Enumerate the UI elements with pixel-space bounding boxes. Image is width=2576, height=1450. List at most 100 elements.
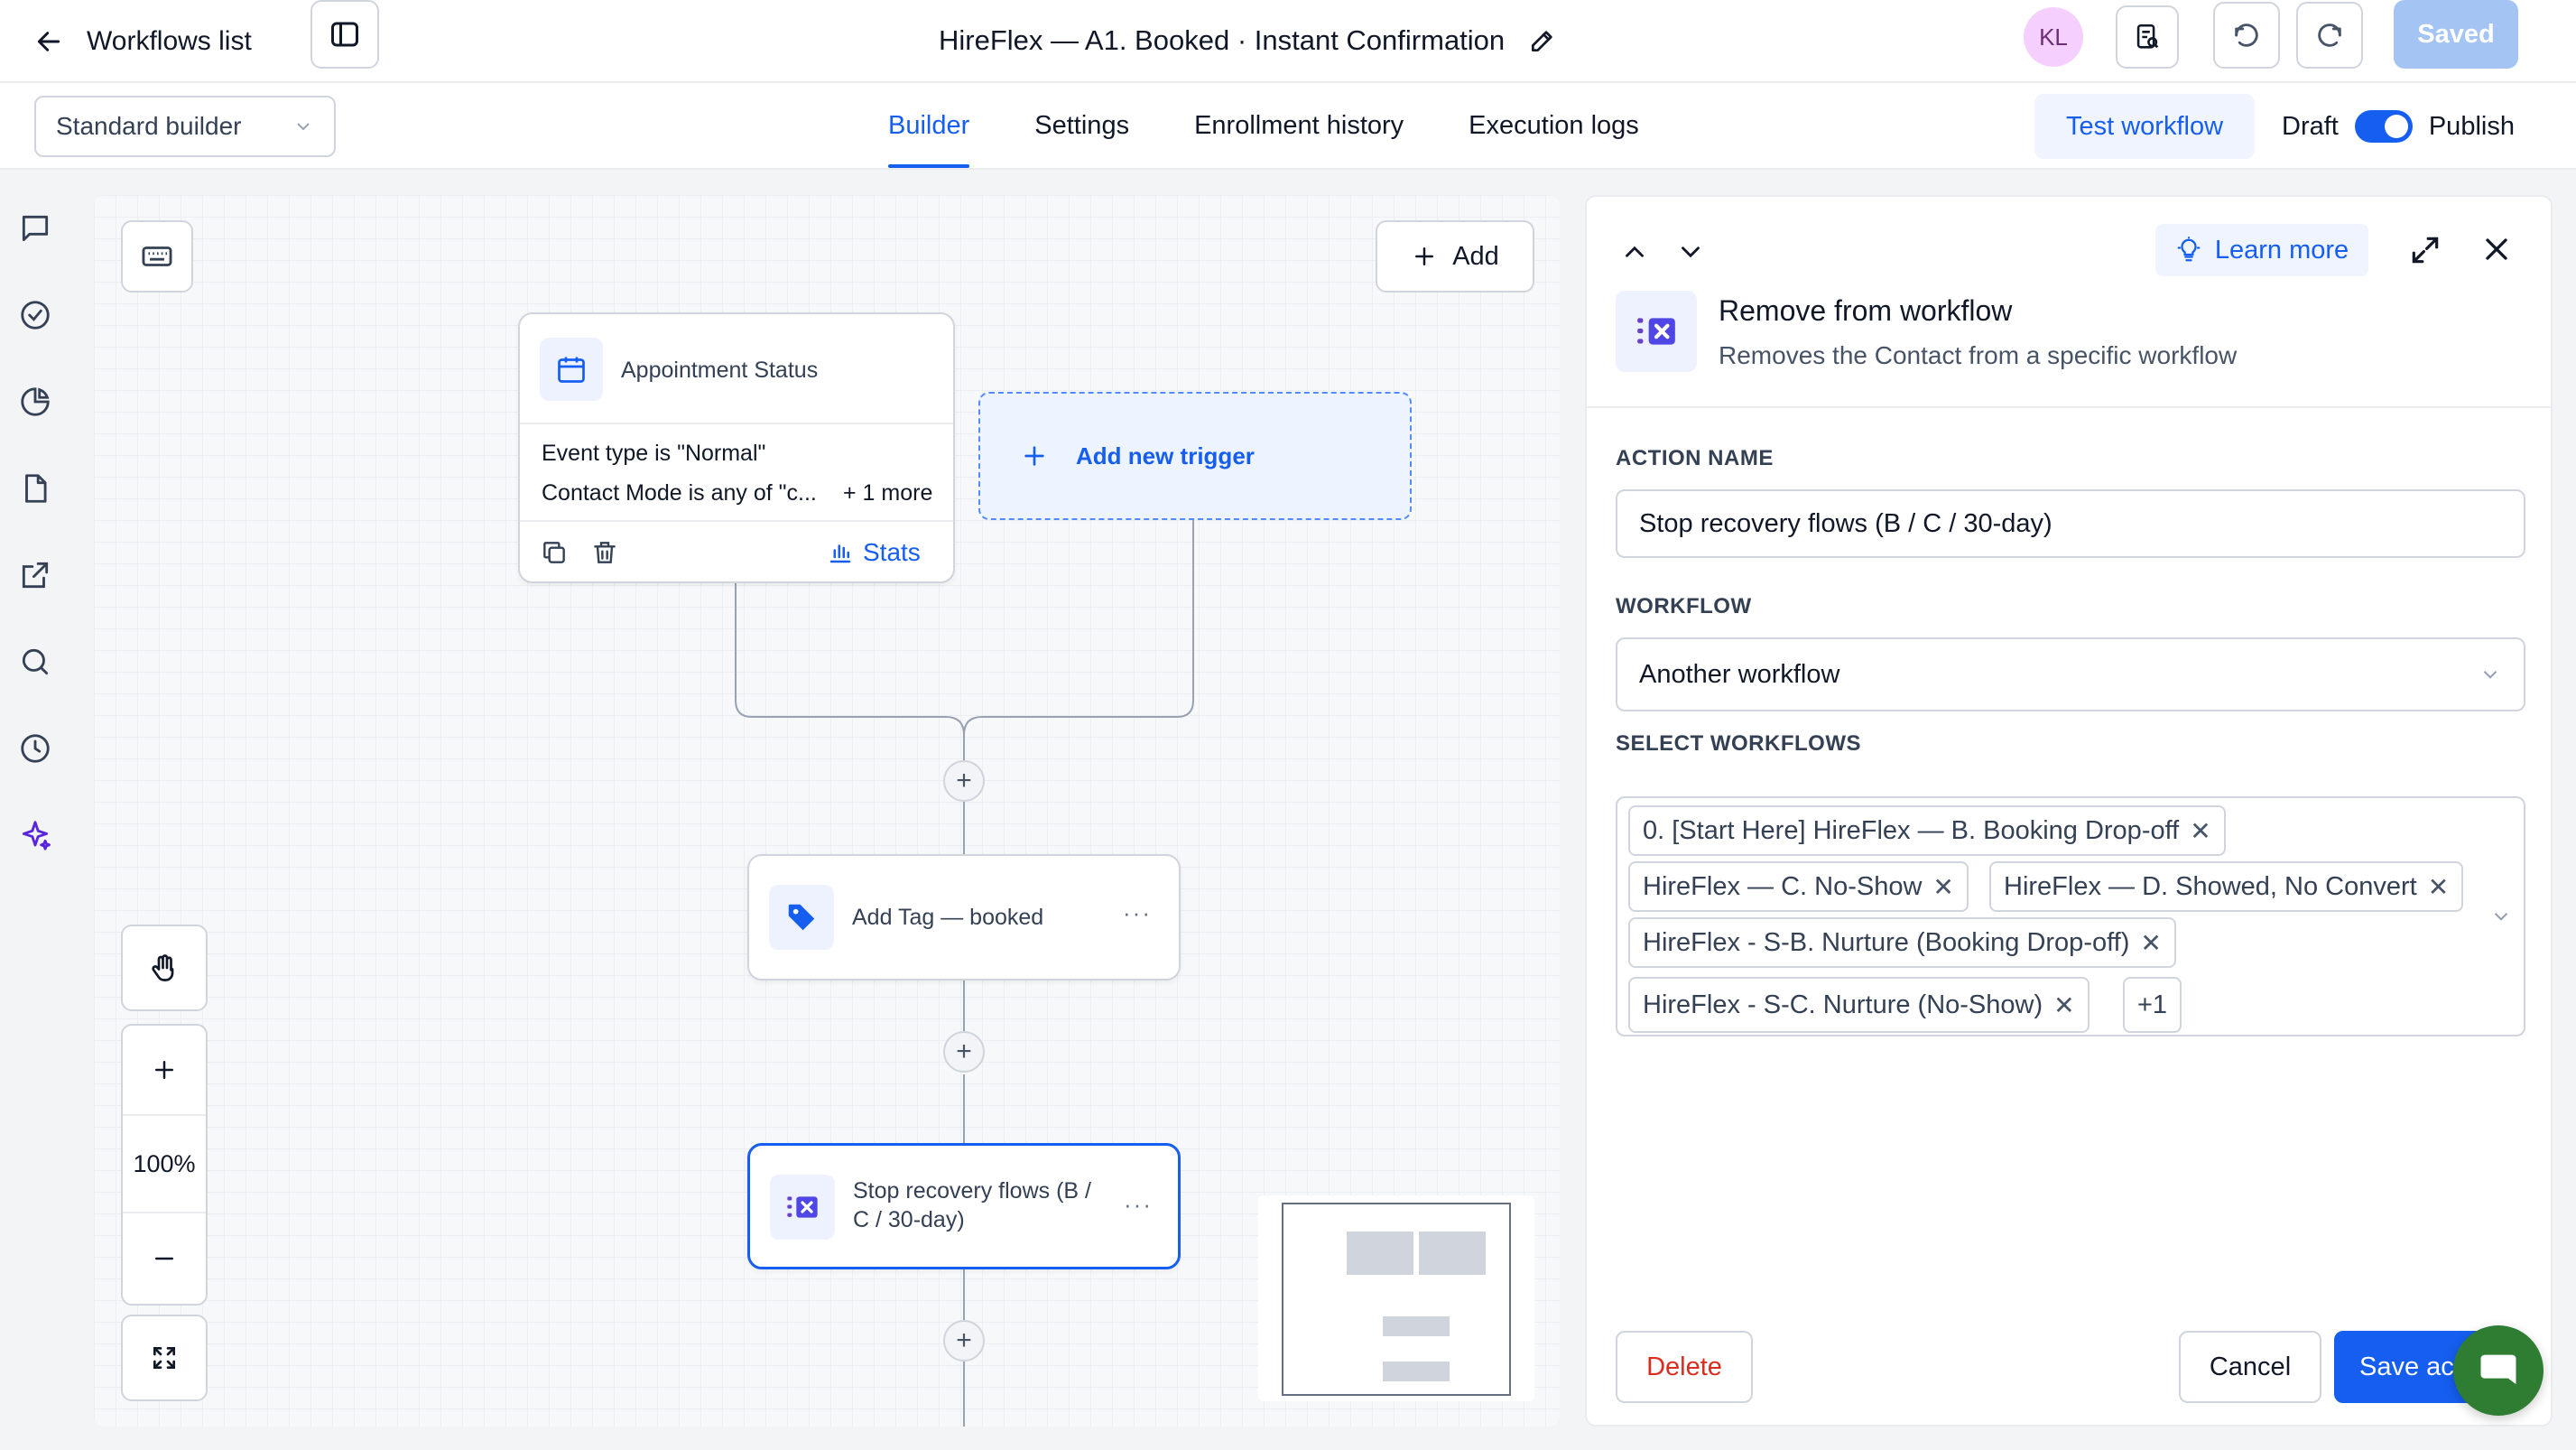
- remove-chip-icon[interactable]: ✕: [2053, 990, 2074, 1020]
- workflow-title-group: HireFlex — A1. Booked · Instant Confirma…: [939, 13, 1557, 69]
- arrow-left-icon: [37, 32, 60, 51]
- action-name-label: ACTION NAME: [1616, 446, 1774, 470]
- remove-workflow-icon-tile: [770, 1175, 835, 1240]
- stop-action-label-line1: Stop recovery flows (B /: [853, 1178, 1091, 1204]
- insert-step-button[interactable]: +: [943, 760, 985, 802]
- rail-analytics[interactable]: [16, 383, 54, 421]
- check-circle-icon: [21, 301, 50, 330]
- remove-chip-icon[interactable]: ✕: [1932, 872, 1953, 902]
- panel-title: Remove from workflow: [1719, 294, 2013, 327]
- rail-ai[interactable]: [16, 816, 54, 854]
- panel-subtitle: Removes the Contact from a specific work…: [1719, 341, 2238, 369]
- workflow-select[interactable]: Another workflow: [1616, 637, 2525, 711]
- chevron-up-icon[interactable]: [1619, 237, 1650, 267]
- tab-settings[interactable]: Settings: [1034, 83, 1129, 168]
- chevron-down-icon[interactable]: [1675, 237, 1706, 267]
- workflow-chip-label: HireFlex — C. No-Show: [1643, 871, 1923, 901]
- workflow-chip: HireFlex - S-B. Nurture (Booking Drop-of…: [1628, 917, 2176, 968]
- plus-icon: [155, 1061, 173, 1079]
- delete-button[interactable]: Delete: [1616, 1331, 1753, 1403]
- plus-icon: [1024, 446, 1044, 466]
- rail-external[interactable]: [16, 556, 54, 594]
- tag-icon: [788, 904, 815, 931]
- action-config-panel: Learn more Remove from workflow Removes …: [1585, 195, 2553, 1427]
- toggle-sidebar-button[interactable]: [310, 0, 379, 69]
- chevron-down-icon[interactable]: [2489, 905, 2513, 928]
- workflow-tabs: Builder Settings Enrollment history Exec…: [888, 83, 1639, 168]
- add-node-button[interactable]: Add: [1376, 220, 1534, 293]
- trigger-more-link[interactable]: + 1 more: [843, 480, 932, 507]
- action-card-add-tag[interactable]: Add Tag — booked ···: [747, 854, 1181, 981]
- add-new-trigger-button[interactable]: Add new trigger: [978, 392, 1412, 520]
- remove-from-workflow-icon: [1637, 318, 1675, 345]
- more-options-icon[interactable]: ···: [1124, 1191, 1153, 1219]
- plus-icon: [1415, 247, 1434, 265]
- copy-icon[interactable]: [540, 538, 569, 567]
- workflow-chip-label: HireFlex - S-B. Nurture (Booking Drop-of…: [1643, 927, 2130, 957]
- external-link-icon: [22, 562, 49, 589]
- clock-history-icon: [21, 734, 50, 763]
- chevron-down-icon: [2483, 670, 2497, 679]
- minimap[interactable]: [1258, 1195, 1534, 1401]
- sparkles-icon: [22, 821, 51, 850]
- pencil-edit-icon[interactable]: [1528, 26, 1557, 55]
- insert-step-button[interactable]: +: [943, 1031, 985, 1073]
- insert-step-button[interactable]: +: [943, 1320, 985, 1362]
- test-workflow-button[interactable]: Test workflow: [2034, 94, 2255, 159]
- learn-more-button[interactable]: Learn more: [2155, 224, 2368, 276]
- stats-link[interactable]: Stats: [827, 538, 921, 567]
- trigger-title: Appointment Status: [621, 358, 819, 383]
- more-chips-badge[interactable]: +1: [2123, 977, 2182, 1033]
- keyboard-shortcuts-button[interactable]: [121, 220, 193, 293]
- remove-chip-icon[interactable]: ✕: [2428, 872, 2449, 902]
- workflow-canvas[interactable]: Add Appointment Status Event type is "No…: [94, 195, 1560, 1427]
- expand-corners-icon: [153, 1347, 175, 1369]
- notes-button[interactable]: [2116, 5, 2179, 69]
- trigger-card[interactable]: Appointment Status Event type is "Normal…: [518, 312, 955, 583]
- trigger-icon-tile: [540, 338, 603, 401]
- expand-icon[interactable]: [2408, 233, 2442, 267]
- pan-tool-button[interactable]: [121, 925, 208, 1011]
- publish-label: Publish: [2428, 111, 2515, 141]
- rail-documents[interactable]: [16, 469, 54, 507]
- tab-builder[interactable]: Builder: [888, 83, 970, 168]
- action-name-input[interactable]: Stop recovery flows (B / C / 30-day): [1616, 489, 2525, 558]
- workflow-chip-label: HireFlex — D. Showed, No Convert: [2004, 871, 2417, 901]
- fit-view-button[interactable]: [121, 1315, 208, 1401]
- minus-icon: [155, 1257, 173, 1260]
- rail-search[interactable]: [16, 643, 54, 681]
- builder-toolbar: Standard builder Builder Settings Enroll…: [0, 83, 2576, 170]
- publish-toggle-group: Draft Publish: [2282, 94, 2515, 159]
- builder-type-value: Standard builder: [56, 112, 242, 140]
- select-workflows-label: SELECT WORKFLOWS: [1616, 731, 1861, 756]
- back-to-workflows-link[interactable]: Workflows list: [34, 14, 252, 69]
- remove-chip-icon[interactable]: ✕: [2190, 816, 2210, 846]
- search-icon: [22, 648, 49, 675]
- action-icon-tile: [1616, 291, 1697, 372]
- rail-tasks[interactable]: [16, 296, 54, 334]
- zoom-controls: 100%: [121, 1024, 208, 1306]
- user-avatar[interactable]: KL: [2024, 7, 2083, 67]
- close-icon[interactable]: [2479, 231, 2515, 267]
- zoom-out-button[interactable]: [123, 1213, 206, 1304]
- remove-chip-icon[interactable]: ✕: [2140, 928, 2161, 958]
- publish-toggle[interactable]: [2354, 110, 2413, 143]
- chat-widget-button[interactable]: [2453, 1325, 2544, 1416]
- workflows-multiselect[interactable]: 0. [Start Here] HireFlex — B. Booking Dr…: [1616, 796, 2525, 1036]
- file-icon: [25, 474, 47, 503]
- redo-button[interactable]: [2296, 2, 2363, 69]
- more-options-icon[interactable]: ···: [1123, 899, 1152, 927]
- undo-button[interactable]: [2213, 2, 2280, 69]
- zoom-in-button[interactable]: [123, 1026, 206, 1116]
- builder-type-select[interactable]: Standard builder: [34, 96, 336, 157]
- keyboard-icon: [142, 246, 172, 266]
- sidebar-panel-icon: [331, 22, 358, 47]
- rail-history[interactable]: [16, 730, 54, 767]
- saved-button[interactable]: Saved: [2394, 0, 2518, 69]
- trash-icon[interactable]: [590, 538, 619, 567]
- tab-execution-logs[interactable]: Execution logs: [1469, 83, 1639, 168]
- tab-enrollment-history[interactable]: Enrollment history: [1194, 83, 1404, 168]
- cancel-button[interactable]: Cancel: [2179, 1331, 2321, 1403]
- action-card-remove-from-workflow[interactable]: Stop recovery flows (B / C / 30-day) ···: [747, 1143, 1181, 1269]
- rail-comments[interactable]: [16, 209, 54, 247]
